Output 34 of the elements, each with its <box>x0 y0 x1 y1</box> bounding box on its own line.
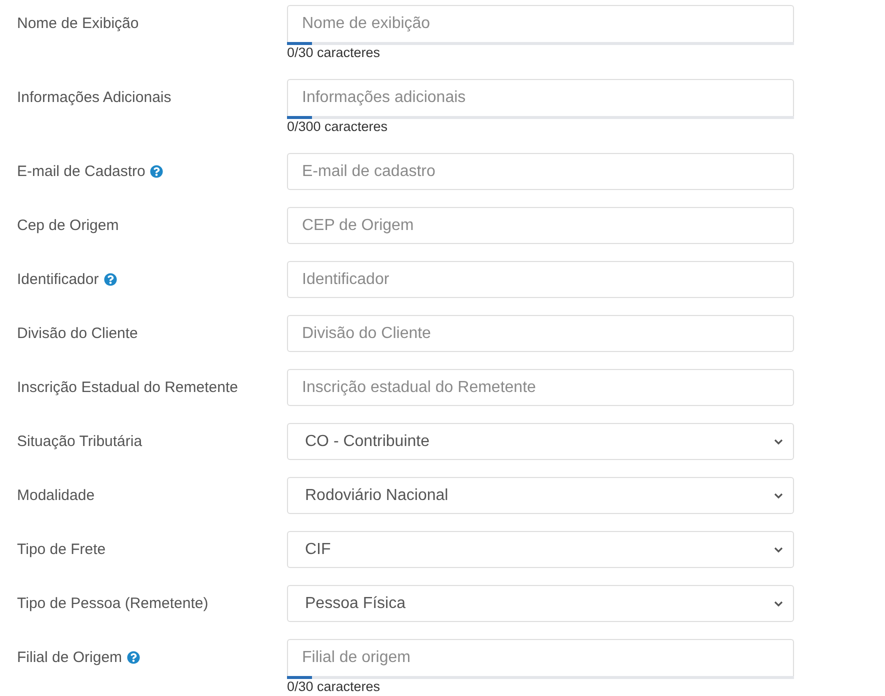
select-field[interactable]: CO - Contribuinte <box>287 423 794 460</box>
text-field[interactable]: Nome de exibição <box>287 5 794 42</box>
field-label: Identificador <box>17 271 99 288</box>
field-label: Divisão do Cliente <box>17 325 138 342</box>
text-field[interactable]: Inscrição estadual do Remetente <box>287 369 794 406</box>
help-icon[interactable] <box>150 165 164 178</box>
field-label: Filial de Origem <box>17 649 122 666</box>
text-field[interactable]: Identificador <box>287 261 794 298</box>
text-field[interactable]: Divisão do Cliente <box>287 315 794 352</box>
text-field[interactable]: Informações adicionais <box>287 79 794 116</box>
field-label: Modalidade <box>17 487 95 504</box>
chevron-down-icon <box>774 546 783 552</box>
select-field[interactable]: Pessoa Física <box>287 585 794 622</box>
help-icon[interactable] <box>127 651 140 664</box>
field-label: Situação Tributária <box>17 433 142 450</box>
field-label: Tipo de Frete <box>17 541 106 558</box>
chevron-down-icon <box>774 600 783 606</box>
field-label: Informações Adicionais <box>17 89 172 106</box>
help-icon[interactable] <box>104 273 117 286</box>
field-label: Cep de Origem <box>17 217 119 234</box>
text-field[interactable]: Filial de origem <box>287 639 794 676</box>
field-label: Inscrição Estadual do Remetente <box>17 379 238 396</box>
chevron-down-icon <box>774 492 783 498</box>
text-field[interactable]: E-mail de cadastro <box>287 153 794 190</box>
character-counter: 0/300 caracteres <box>287 119 389 135</box>
chevron-down-icon <box>774 438 783 444</box>
character-counter: 0/30 caracteres <box>287 679 382 695</box>
character-counter: 0/30 caracteres <box>287 45 382 61</box>
field-label: E-mail de Cadastro <box>17 163 146 180</box>
select-field[interactable]: CIF <box>287 531 794 568</box>
field-label: Nome de Exibição <box>17 15 139 32</box>
select-field[interactable]: Rodoviário Nacional <box>287 477 794 514</box>
text-field[interactable]: CEP de Origem <box>287 207 794 244</box>
field-label: Tipo de Pessoa (Remetente) <box>17 595 208 612</box>
